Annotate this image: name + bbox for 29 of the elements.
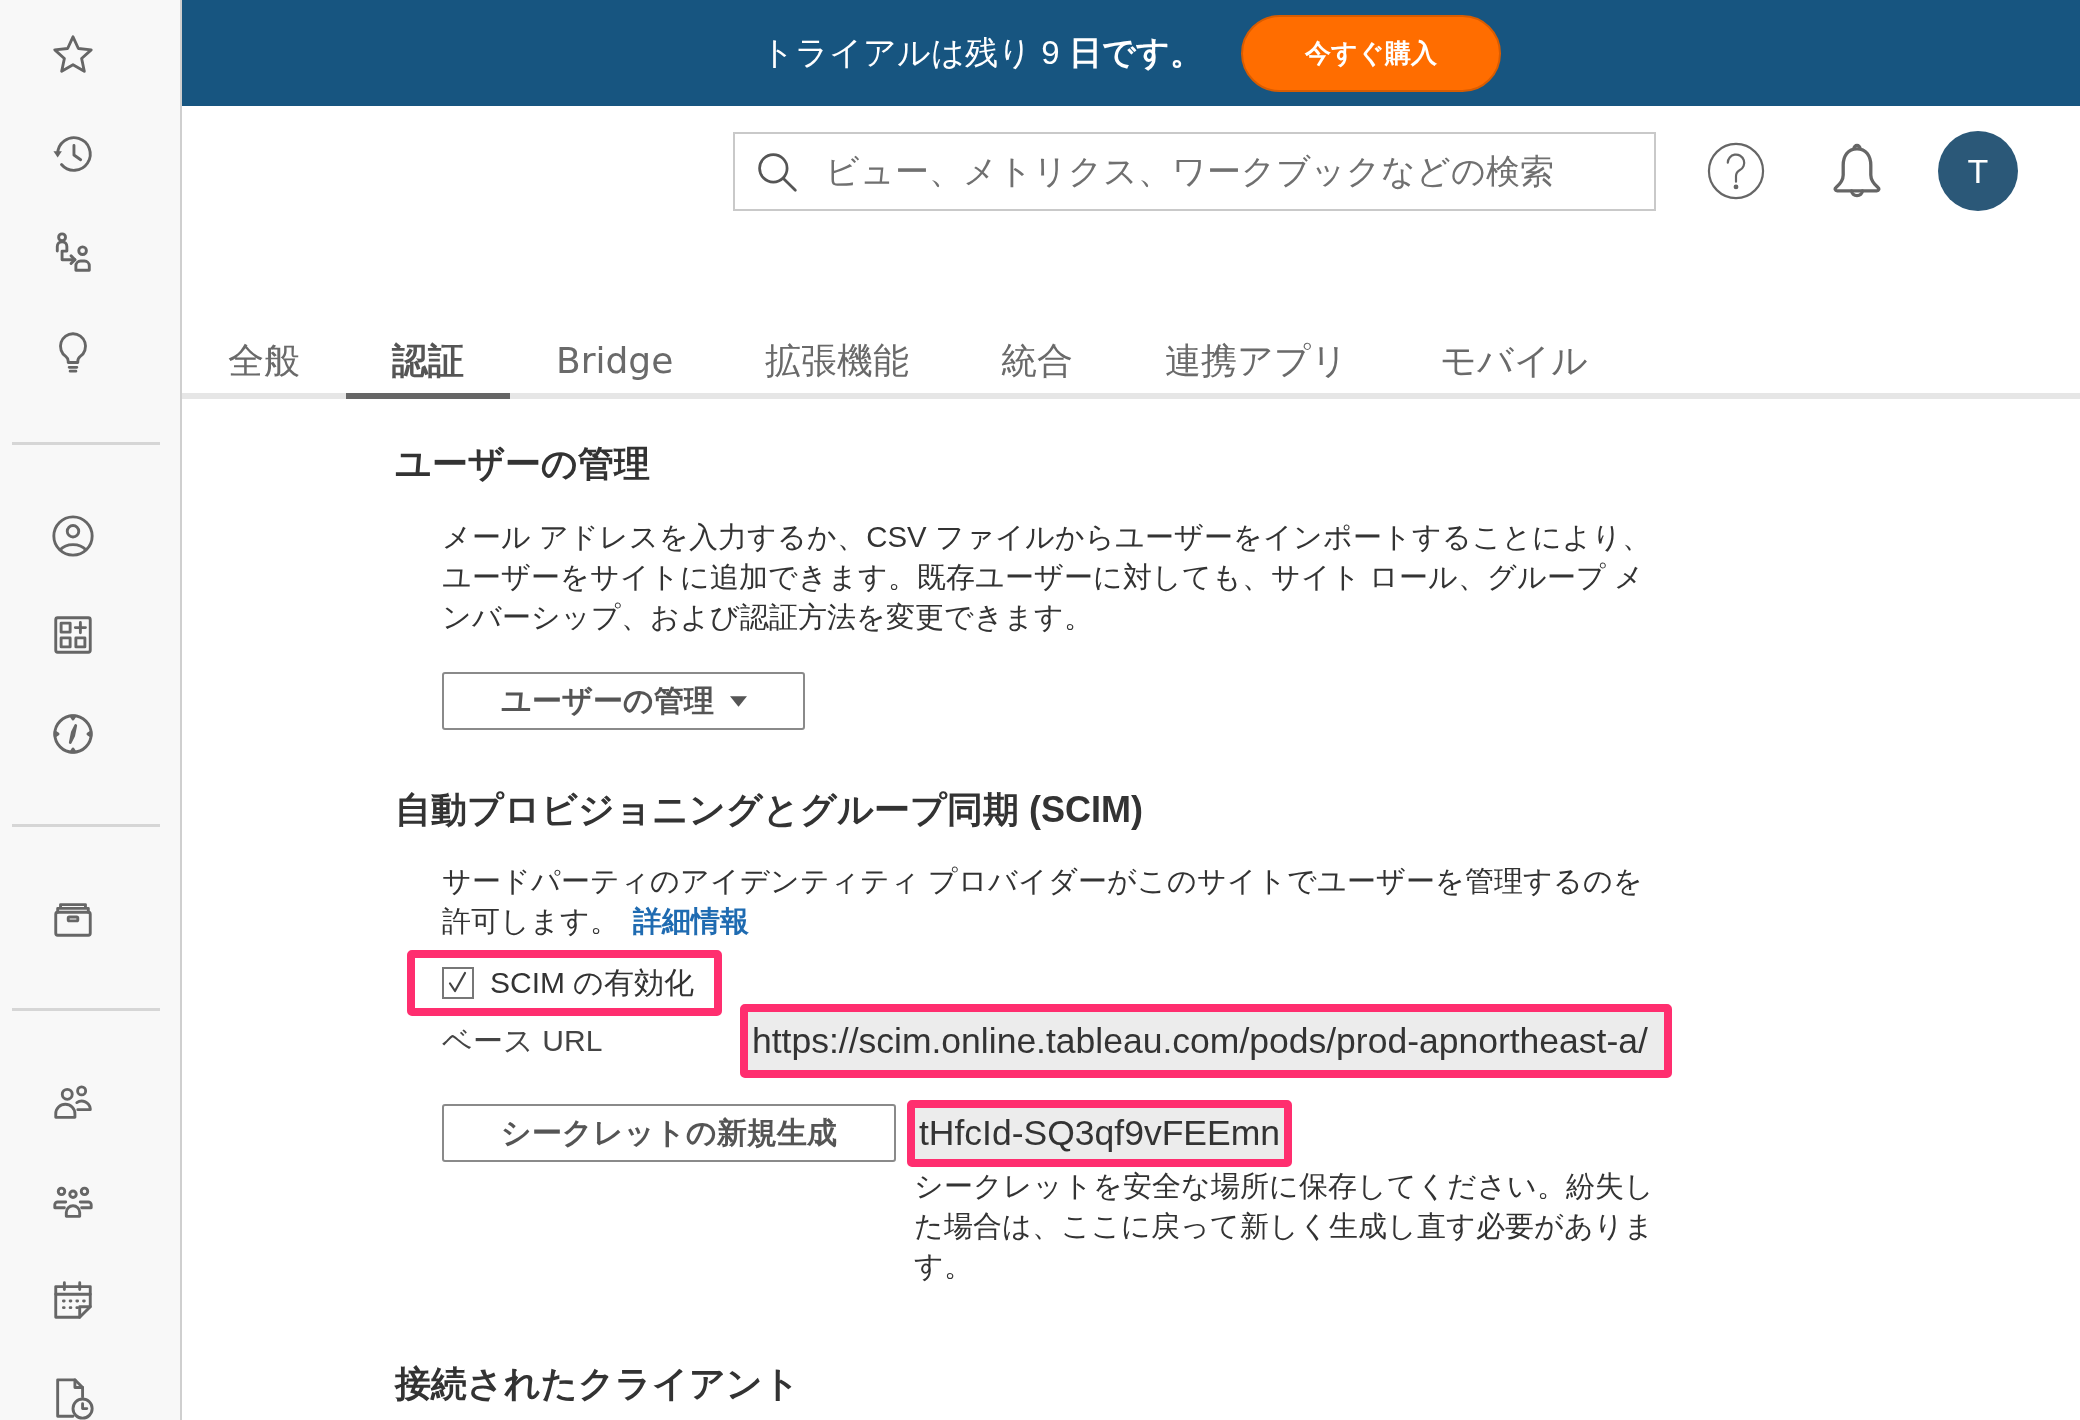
- description-text: メール アドレスを入力するか、CSV ファイルからユーザーをインポートすることにより、ユーザーをサイトに追加できます。既存ユーザーに対しても、サイト ロール、グループ メンバーシップ、および認証方法を変更できます。: [442, 519, 1652, 635]
- tab[interactable]: 連携アプリ: [1119, 321, 1395, 399]
- search-field[interactable]: ビュー、メトリクス、ワークブックなどの検索: [733, 131, 1656, 211]
- buy-now-button[interactable]: 今すぐ購入: [1240, 14, 1501, 92]
- url-field[interactable]: https://scim.online.tableau.com/pods/prod-apnortheast-a/: [748, 1012, 1664, 1070]
- field-label: ベース URL: [442, 1023, 604, 1059]
- avatar[interactable]: T: [1938, 131, 2018, 211]
- tab[interactable]: 全般: [182, 321, 346, 399]
- manage-users-button[interactable]: ユーザーの管理: [442, 672, 805, 730]
- trial-message: トライアルは残り 9 日です。: [761, 33, 1203, 73]
- section-heading: 自動プロビジョニングとグループ同期 (SCIM): [395, 788, 1143, 832]
- help-icon[interactable]: [1707, 142, 1765, 200]
- checkbox-label[interactable]: SCIM の有効化: [490, 963, 695, 1003]
- bell-icon[interactable]: [1833, 143, 1881, 199]
- caret-icon: [729, 695, 747, 707]
- checkbox[interactable]: [442, 967, 474, 999]
- tab[interactable]: 拡張機能: [719, 321, 956, 399]
- tab[interactable]: 統合: [955, 321, 1120, 399]
- section-heading: ユーザーの管理: [395, 442, 650, 486]
- secret-field[interactable]: tHfcId-SQ3qf9vFEEmn: [915, 1108, 1285, 1159]
- regenerate-secret-button[interactable]: シークレットの新規生成: [442, 1104, 896, 1162]
- section-heading: 接続されたクライアント: [395, 1362, 800, 1406]
- tab[interactable]: 認証: [346, 321, 510, 399]
- tab[interactable]: モバイル: [1394, 321, 1635, 399]
- learn-more-link[interactable]: 詳細情報: [633, 904, 749, 937]
- description-text: サードパーティのアイデンティティ プロバイダーがこのサイトでユーザーを管理するのを許可します。 詳細情報: [442, 863, 1645, 939]
- tab[interactable]: Bridge: [510, 321, 720, 399]
- note-text: シークレットを安全な場所に保存してください。紛失した場合は、ここに戻って新しく生成し直す必要があります。: [914, 1168, 1655, 1284]
- user-circle-icon[interactable]: [50, 512, 96, 559]
